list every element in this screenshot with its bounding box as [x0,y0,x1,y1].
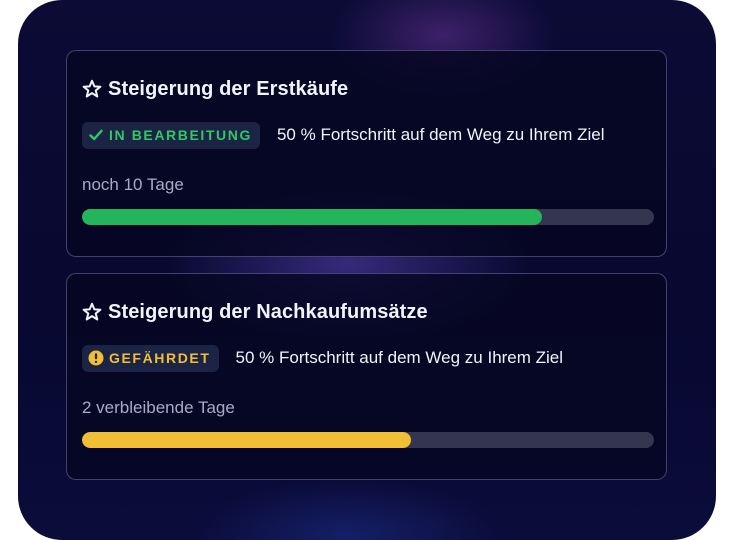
star-icon[interactable] [82,79,102,99]
goal-title: Steigerung der Erstkäufe [108,77,349,100]
check-icon [88,127,104,143]
goals-panel: Steigerung der Erstkäufe IN BEARBEITUNG … [18,0,716,540]
status-badge: IN BEARBEITUNG [82,121,260,149]
progress-text: 50 % Fortschritt auf dem Weg zu Ihrem Zi… [235,348,564,367]
goal-title-row: Steigerung der Nachkaufumsätze [82,300,428,324]
time-remaining: 2 verbleibende Tage [82,398,235,417]
goal-title-row: Steigerung der Erstkäufe [82,77,348,101]
progress-bar-fill [82,209,543,225]
progress-text: 50 % Fortschritt auf dem Weg zu Ihrem Zi… [276,125,605,144]
goal-card: Steigerung der Erstkäufe IN BEARBEITUNG … [66,50,667,257]
progress-bar [82,209,654,225]
status-badge: GEFÄHRDET [82,344,219,372]
alert-circle-icon [88,350,104,366]
goal-status-row: IN BEARBEITUNG 50 % Fortschritt auf dem … [82,121,605,149]
status-badge-label: IN BEARBEITUNG [109,127,252,143]
progress-bar-fill [82,432,411,448]
goal-status-row: GEFÄHRDET 50 % Fortschritt auf dem Weg z… [82,344,563,372]
status-badge-label: GEFÄHRDET [109,350,211,366]
goal-title: Steigerung der Nachkaufumsätze [108,300,428,323]
goal-card: Steigerung der Nachkaufumsätze GEFÄHRDET… [66,273,667,480]
progress-bar [82,432,654,448]
star-icon[interactable] [82,302,102,322]
time-remaining: noch 10 Tage [82,175,184,194]
